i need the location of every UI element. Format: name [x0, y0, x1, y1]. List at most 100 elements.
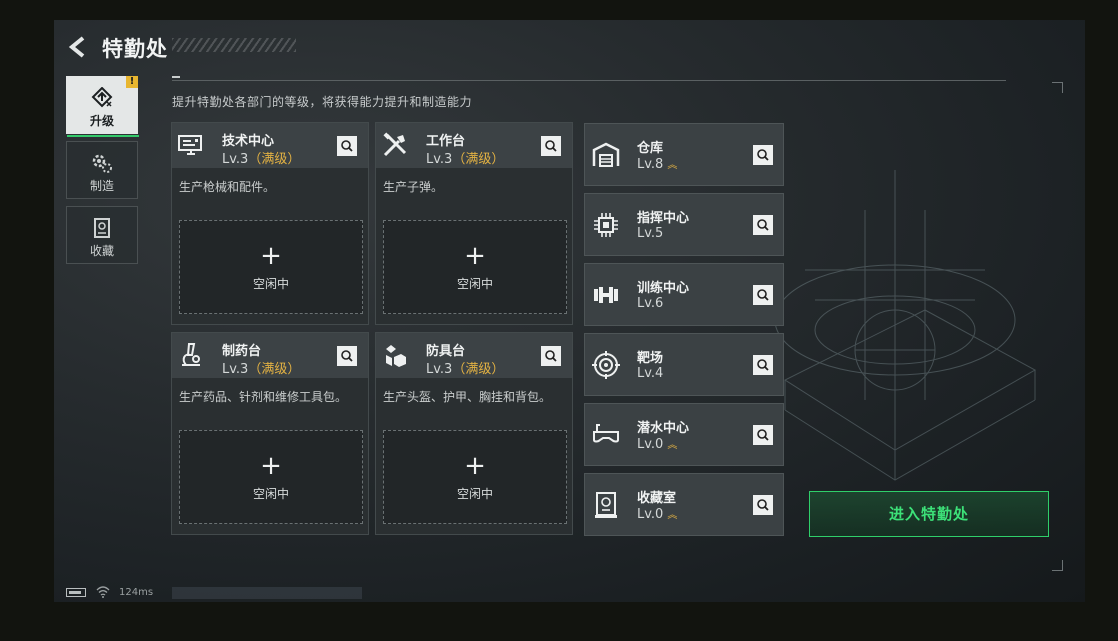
production-slot[interactable]: + 空闲中	[179, 220, 363, 314]
page-subtitle: 提升特勤处各部门的等级，将获得能力提升和制造能力	[172, 95, 473, 109]
chip-icon	[594, 213, 618, 237]
max-level-tag: （满级）	[452, 362, 505, 377]
slot-status: 空闲中	[252, 277, 289, 291]
search-icon[interactable]	[753, 425, 773, 445]
network-latency: 124ms	[119, 587, 154, 598]
title-decoration	[172, 38, 296, 52]
enter-special-ops-button[interactable]: 进入特勤处	[809, 491, 1049, 537]
station-name: 防具台	[426, 344, 466, 359]
notification-badge: !	[126, 76, 138, 88]
upgrade-chevron-icon: ︽	[667, 510, 677, 521]
upgrade-icon	[91, 87, 113, 108]
card-header: 技术中心 Lv.3（满级）	[172, 123, 368, 168]
station-description: 生产子弹。	[383, 180, 444, 194]
tools-icon	[383, 132, 407, 157]
slot-status: 空闲中	[252, 487, 289, 501]
collection-icon	[94, 218, 110, 238]
target-icon	[592, 351, 620, 379]
diving-mask-icon	[593, 424, 619, 443]
station-description: 生产药品、针剂和维修工具包。	[179, 390, 348, 404]
sidebar-item-label: 升级	[89, 114, 114, 128]
facility-card-diving-center[interactable]: 潜水中心 Lv.0 ︽	[584, 403, 784, 466]
production-slot[interactable]: + 空闲中	[383, 430, 567, 524]
dumbbell-icon	[594, 287, 618, 303]
bottom-info-bar	[172, 587, 362, 599]
station-name: 制药台	[222, 344, 262, 359]
facility-level: Lv.8 ︽	[637, 157, 677, 172]
production-slot[interactable]: + 空闲中	[179, 430, 363, 524]
workstation-card-workbench[interactable]: 工作台 Lv.3（满级） 生产子弹。 + 空闲中	[375, 122, 573, 325]
station-level: Lv.3（满级）	[222, 152, 301, 167]
sidebar-item-label: 制造	[89, 179, 114, 193]
station-level: Lv.3（满级）	[426, 362, 505, 377]
page-title: 特勤处	[102, 37, 168, 61]
plus-icon: +	[464, 241, 486, 271]
header-divider	[172, 80, 1006, 81]
search-icon[interactable]	[753, 495, 773, 515]
facility-level: Lv.0 ︽	[637, 507, 677, 522]
gears-icon	[92, 154, 112, 173]
plus-icon: +	[260, 241, 282, 271]
divider-tick	[172, 76, 180, 78]
plus-icon: +	[464, 451, 486, 481]
facility-level: Lv.4	[637, 366, 664, 381]
facility-card-collection-room[interactable]: 收藏室 Lv.0 ︽	[584, 473, 784, 536]
sidebar-tab-collection[interactable]: 收藏	[66, 206, 138, 264]
plus-icon: +	[260, 451, 282, 481]
facility-level: Lv.5	[637, 226, 664, 241]
wifi-icon	[96, 586, 110, 598]
battery-icon	[66, 588, 86, 597]
station-name: 技术中心	[222, 134, 275, 149]
search-icon[interactable]	[337, 346, 357, 366]
workstation-card-tech-center[interactable]: 技术中心 Lv.3（满级） 生产枪械和配件。 + 空闲中	[171, 122, 369, 325]
card-header: 防具台 Lv.3（满级）	[376, 333, 572, 378]
computer-icon	[178, 135, 202, 155]
sidebar-tab-craft[interactable]: 制造	[66, 141, 138, 199]
search-icon[interactable]	[541, 136, 561, 156]
facility-name: 靶场	[637, 351, 664, 366]
card-header: 制药台 Lv.3（满级）	[172, 333, 368, 378]
facility-card-shooting-range[interactable]: 靶场 Lv.4	[584, 333, 784, 396]
facility-name: 潜水中心	[637, 421, 690, 436]
search-icon[interactable]	[753, 215, 773, 235]
facility-level: Lv.0 ︽	[637, 437, 677, 452]
facility-card-command-center[interactable]: 指挥中心 Lv.5	[584, 193, 784, 256]
station-level: Lv.3（满级）	[426, 152, 505, 167]
search-icon[interactable]	[541, 346, 561, 366]
display-case-icon	[595, 492, 617, 518]
max-level-tag: （满级）	[452, 152, 505, 167]
card-header: 工作台 Lv.3（满级）	[376, 123, 572, 168]
station-description: 生产枪械和配件。	[179, 180, 276, 194]
slot-status: 空闲中	[456, 487, 493, 501]
station-level: Lv.3（满级）	[222, 362, 301, 377]
upgrade-chevron-icon: ︽	[667, 440, 677, 451]
search-icon[interactable]	[753, 355, 773, 375]
facility-name: 训练中心	[637, 281, 690, 296]
back-arrow-icon[interactable]	[67, 35, 89, 59]
frame-corner	[1052, 560, 1063, 571]
workstation-card-pharmacy[interactable]: 制药台 Lv.3（满级） 生产药品、针剂和维修工具包。 + 空闲中	[171, 332, 369, 535]
frame-corner	[1052, 82, 1063, 93]
max-level-tag: （满级）	[248, 362, 301, 377]
warehouse-icon	[592, 142, 620, 167]
production-slot[interactable]: + 空闲中	[383, 220, 567, 314]
facility-name: 仓库	[637, 141, 664, 156]
workstation-card-armor[interactable]: 防具台 Lv.3（满级） 生产头盔、护甲、胸挂和背包。 + 空闲中	[375, 332, 573, 535]
search-icon[interactable]	[753, 145, 773, 165]
sidebar-tab-upgrade[interactable]: ! 升级	[66, 76, 139, 137]
upgrade-chevron-icon: ︽	[667, 160, 677, 171]
search-icon[interactable]	[753, 285, 773, 305]
sidebar-item-label: 收藏	[89, 244, 114, 258]
station-description: 生产头盔、护甲、胸挂和背包。	[383, 390, 552, 404]
station-name: 工作台	[426, 134, 466, 149]
blueprint-background	[774, 170, 1037, 481]
game-screen: 特勤处 提升特勤处各部门的等级，将获得能力提升和制造能力 ! 升级 制造 收藏	[54, 20, 1085, 602]
facility-level: Lv.6	[637, 296, 664, 311]
microscope-icon	[182, 343, 200, 366]
facility-name: 收藏室	[637, 491, 677, 506]
facility-card-training-center[interactable]: 训练中心 Lv.6	[584, 263, 784, 326]
search-icon[interactable]	[337, 136, 357, 156]
armor-icon	[386, 345, 406, 367]
facility-card-warehouse[interactable]: 仓库 Lv.8 ︽	[584, 123, 784, 186]
slot-status: 空闲中	[456, 277, 493, 291]
